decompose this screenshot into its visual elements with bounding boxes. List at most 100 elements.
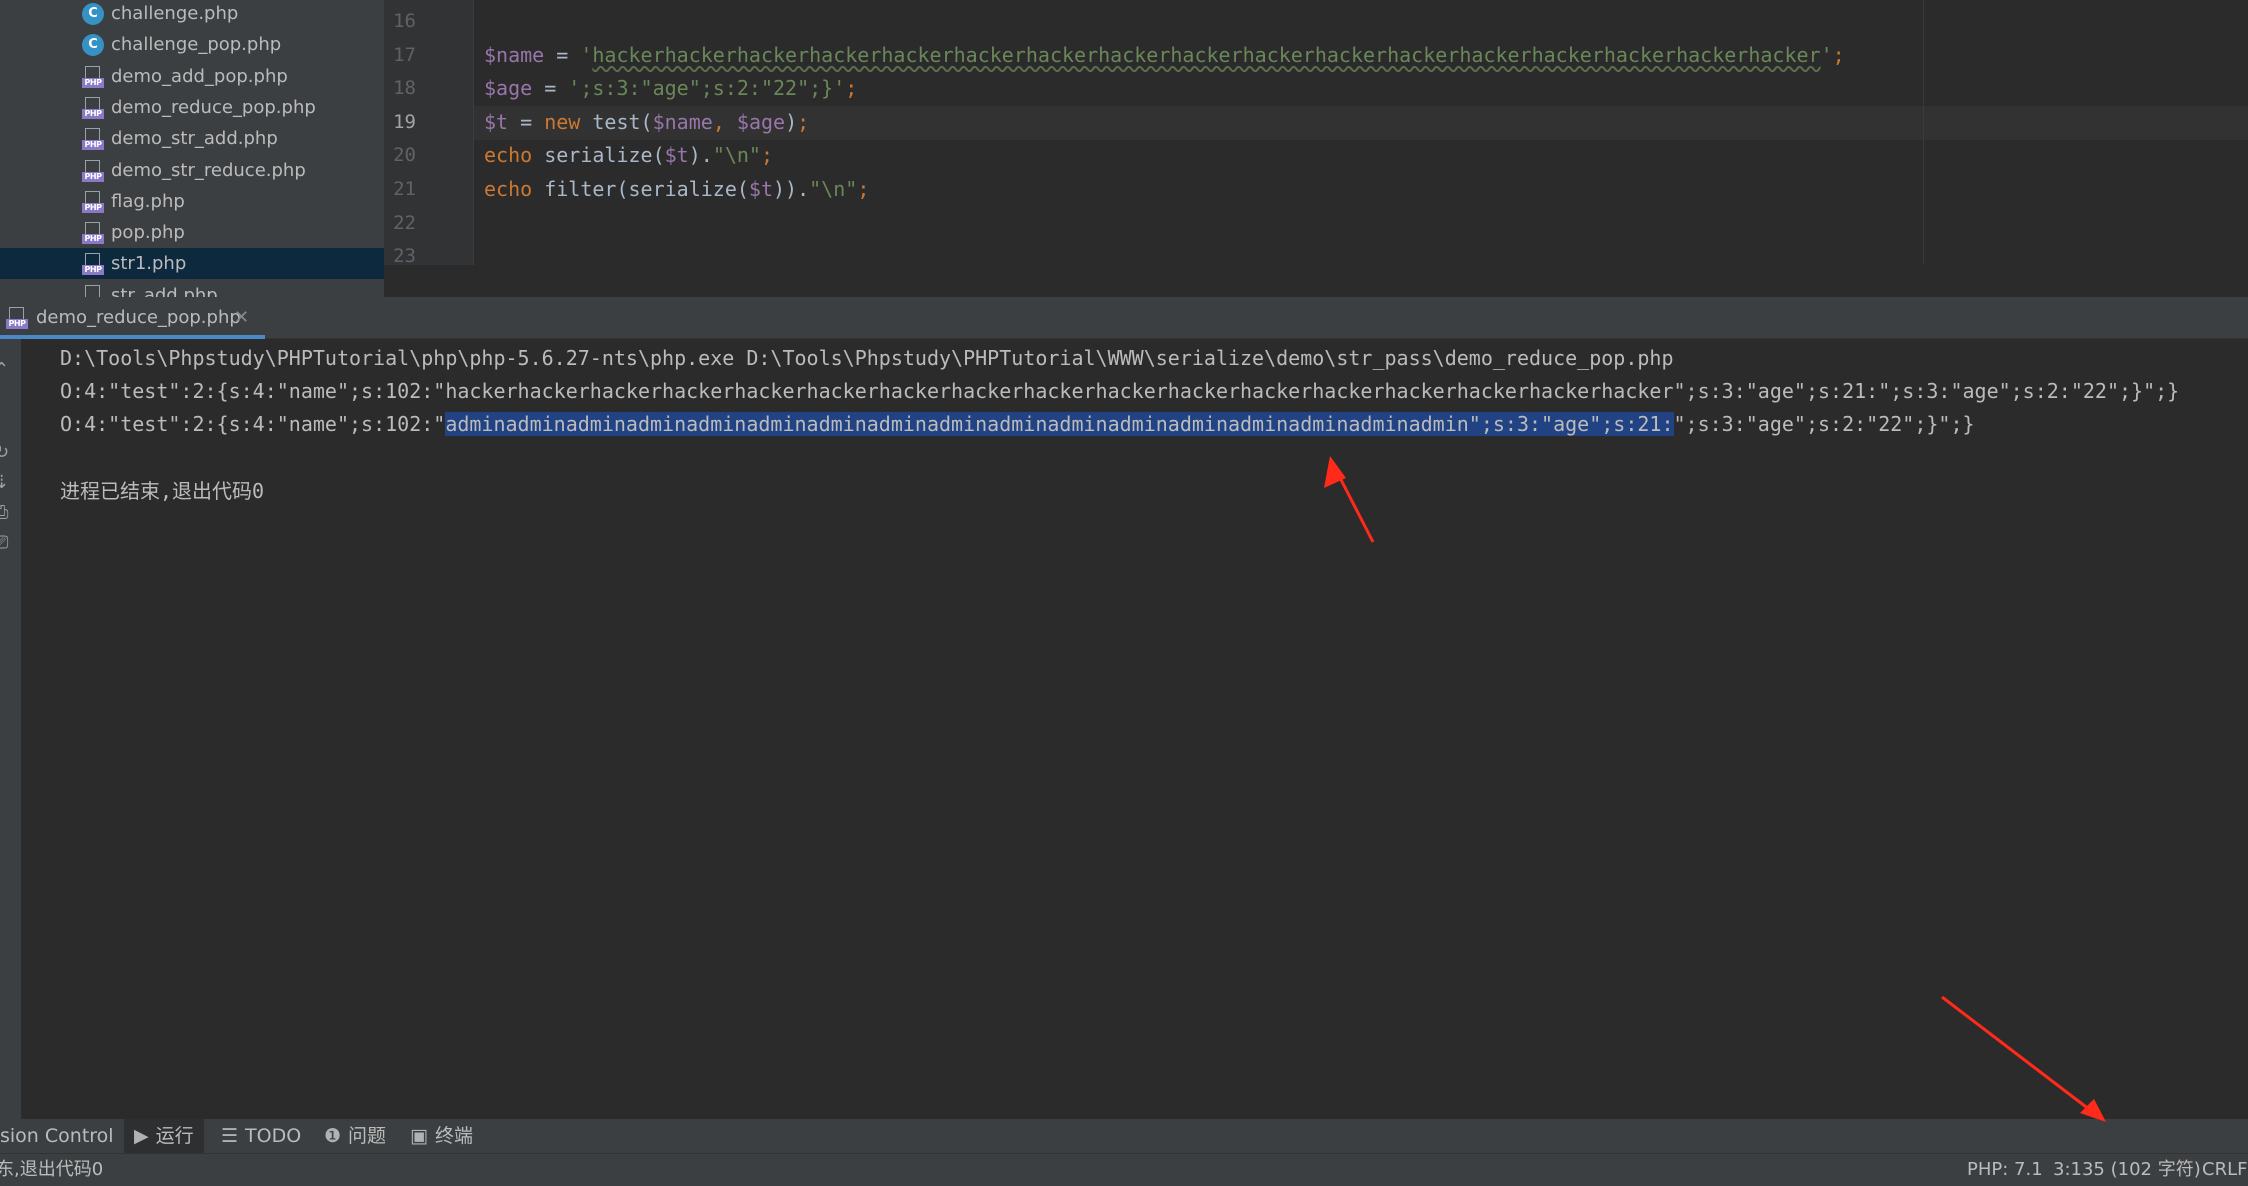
list-icon: ☰ xyxy=(221,1125,239,1147)
project-tree: Cchallenge.php Cchallenge_pop.php PHP demo_… xyxy=(0,0,384,297)
run-tab-label: demo_reduce_pop.php xyxy=(36,307,241,328)
code-token: $name xyxy=(652,109,713,134)
tool-label: TODO xyxy=(245,1125,302,1147)
php-file-icon: PHP xyxy=(82,222,104,245)
tool-window-bar: sion Control ▶ 运行 ☰ TODO ❶ 问题 ▣ 终端 xyxy=(0,1119,2248,1153)
tree-item-challenge-pop[interactable]: Cchallenge_pop.php xyxy=(0,29,384,60)
code-token: $age xyxy=(736,109,786,134)
php-file-icon: PHP xyxy=(82,190,104,213)
status-bar: 东,退出代码0 PHP: 7.1 3:135 (102 字符) CRLF xyxy=(0,1153,2248,1186)
code-token: ' xyxy=(580,42,593,67)
code-token: $age xyxy=(484,76,533,101)
tree-item-label: demo_str_reduce.php xyxy=(111,159,306,181)
tree-item-label: str_add.php xyxy=(111,284,218,297)
tree-item-label: challenge.php xyxy=(111,3,239,24)
console-output-line-2: O:4:"test":2:{s:4:"name";s:102:"adminadm… xyxy=(60,409,1975,439)
code-token: ; xyxy=(797,109,810,134)
code-line: echo filter(serialize($t))."\n"; xyxy=(484,172,869,206)
code-token: ). xyxy=(688,143,713,168)
code-token: echo xyxy=(484,177,533,201)
tool-label: 运行 xyxy=(155,1125,194,1147)
run-tab-demo-reduce-pop[interactable]: PHP demo_reduce_pop.php ✕ xyxy=(0,297,265,339)
tool-label: sion Control xyxy=(0,1125,114,1147)
tool-label: 问题 xyxy=(348,1125,387,1147)
run-side-toolbar: ⌃ ↻ ⇣ ⎙ ⎚ xyxy=(0,339,21,1119)
tree-item-label: demo_reduce_pop.php xyxy=(111,96,316,118)
output2-selected-text: adminadminadminadminadminadminadminadmin… xyxy=(445,412,1674,436)
console-output-line-1: O:4:"test":2:{s:4:"name";s:102:"hackerha… xyxy=(60,379,2180,403)
class-icon: C xyxy=(82,34,104,57)
play-icon: ▶ xyxy=(134,1125,149,1147)
tree-item-label: challenge_pop.php xyxy=(111,34,282,56)
output2-prefix: O:4:"test":2:{s:4:"name";s:102:" xyxy=(60,412,446,436)
class-icon: C xyxy=(82,3,104,25)
rerun-icon[interactable]: ⌃ xyxy=(0,359,9,380)
code-token: )). xyxy=(773,177,810,201)
warning-icon: ❶ xyxy=(324,1125,342,1147)
code-token: = xyxy=(544,42,581,67)
run-tab-bar: PHP demo_reduce_pop.php ✕ xyxy=(0,297,2248,339)
tree-item-pop[interactable]: PHP pop.php xyxy=(0,217,384,248)
tool-run[interactable]: ▶ 运行 xyxy=(124,1119,204,1153)
tool-todo[interactable]: ☰ TODO xyxy=(221,1119,301,1153)
tree-item-str1[interactable]: PHP str1.php xyxy=(0,248,384,280)
tree-item-label: pop.php xyxy=(111,222,185,244)
code-token: "\n" xyxy=(712,143,761,168)
trash-icon[interactable]: ⎚ xyxy=(0,532,8,553)
code-token: ; xyxy=(1832,42,1845,67)
tool-version-control[interactable]: sion Control xyxy=(0,1119,114,1153)
line-number: 19 xyxy=(393,110,416,133)
line-number: 21 xyxy=(393,178,416,200)
console-command-line: D:\Tools\Phpstudy\PHPTutorial\php\php-5.… xyxy=(60,346,1674,370)
code-token: $t xyxy=(664,143,689,168)
code-token: $t xyxy=(484,109,509,134)
tool-terminal[interactable]: ▣ 终端 xyxy=(410,1119,473,1153)
tree-item-label: flag.php xyxy=(111,190,185,212)
status-message: 东,退出代码0 xyxy=(0,1159,104,1180)
right-margin-guide xyxy=(1923,0,1924,265)
editor-horizontal-scrollbar[interactable] xyxy=(384,265,2248,297)
php-file-icon: PHP xyxy=(82,253,104,276)
status-caret-position[interactable]: 3:135 (102 字符) xyxy=(2053,1154,2201,1186)
tree-item-challenge[interactable]: Cchallenge.php xyxy=(0,0,384,29)
line-number: 17 xyxy=(393,43,416,66)
tree-item-demo-reduce-pop[interactable]: PHP demo_reduce_pop.php xyxy=(0,92,384,123)
php-file-icon: PHP xyxy=(82,65,104,88)
code-line: $age = ';s:3:"age";s:2:"22";}'; xyxy=(484,71,857,105)
tree-item-demo-str-reduce[interactable]: PHP demo_str_reduce.php xyxy=(0,155,384,186)
line-number: 22 xyxy=(393,211,416,234)
php-file-icon: PHP xyxy=(82,159,104,182)
code-line: $name = 'hackerhackerhackerhackerhackerh… xyxy=(484,38,1845,72)
tree-item-label: demo_add_pop.php xyxy=(111,65,288,87)
tree-item-label: str1.php xyxy=(111,253,187,275)
code-token: = xyxy=(508,109,545,134)
close-icon[interactable]: ✕ xyxy=(234,297,249,339)
scroll-icon[interactable]: ↻ xyxy=(0,442,9,463)
code-line: echo serialize($t)."\n"; xyxy=(484,138,773,172)
tree-item-flag[interactable]: PHP flag.php xyxy=(0,186,384,217)
code-token: ) xyxy=(785,109,798,134)
code-token: ; xyxy=(857,177,870,201)
status-php-version[interactable]: PHP: 7.1 xyxy=(1967,1154,2043,1186)
code-token: ; xyxy=(760,143,774,168)
tree-item-demo-add-pop[interactable]: PHP demo_add_pop.php xyxy=(0,61,384,92)
code-token: ';s:3:"age";s:2:"22";}' xyxy=(568,76,846,101)
code-token: hackerhackerhackerhackerhackerhackerhack… xyxy=(592,42,1821,67)
tool-problems[interactable]: ❶ 问题 xyxy=(324,1119,386,1153)
code-token: , xyxy=(712,109,737,134)
output2-suffix: ";s:3:"age";s:2:"22";}";} xyxy=(1673,412,1975,436)
code-token: = xyxy=(532,76,569,101)
console-output[interactable]: D:\Tools\Phpstudy\PHPTutorial\php\php-5.… xyxy=(21,339,2248,1119)
php-file-icon: PHP xyxy=(82,128,104,151)
code-token: "\n" xyxy=(809,177,858,201)
code-token: ; xyxy=(845,76,858,101)
code-token: new xyxy=(544,109,581,134)
tree-item-demo-str-add[interactable]: PHP demo_str_add.php xyxy=(0,123,384,154)
code-token: $name xyxy=(484,42,545,67)
print-icon[interactable]: ⎙ xyxy=(0,502,8,523)
soft-wrap-icon[interactable]: ⇣ xyxy=(0,472,9,493)
status-line-ending[interactable]: CRLF xyxy=(2202,1154,2247,1186)
terminal-icon: ▣ xyxy=(410,1125,428,1147)
code-token: $t xyxy=(748,177,774,201)
tree-item-str-add[interactable]: PHP str_add.php xyxy=(0,280,384,297)
